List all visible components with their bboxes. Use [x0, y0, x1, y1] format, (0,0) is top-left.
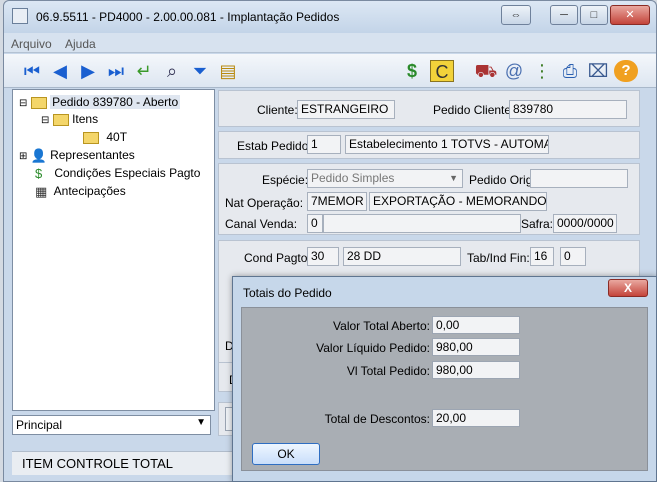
chevron-down-icon: ▼: [196, 417, 206, 428]
folder-icon: [52, 113, 69, 126]
toolbar: ⏮ ◀ ▶ ⏭ ↵ ⌕ ⏷ ▤ $ C ⛟ @ ⋮ ⎙ ⌧ ?: [4, 54, 656, 88]
calendar-icon: ▦: [35, 183, 48, 199]
maximize-button[interactable]: □: [580, 5, 608, 25]
dialog-body: Valor Total Aberto: 0,00 Valor Líquido P…: [241, 307, 648, 443]
pedido-orig-field[interactable]: [530, 169, 628, 188]
safra-field[interactable]: 0000/0000: [553, 214, 617, 233]
currency-icon[interactable]: $: [400, 60, 424, 82]
cond-code-field[interactable]: 30: [307, 247, 339, 266]
total-descontos-field[interactable]: 20,00: [432, 409, 520, 427]
tree-item-itens[interactable]: ⊟ Itens: [41, 111, 98, 127]
totals-dialog: Totais do Pedido X Valor Total Aberto: 0…: [232, 276, 657, 482]
window-title: 06.9.5511 - PD4000 - 2.00.00.081 - Impla…: [36, 10, 340, 24]
nat-code-field[interactable]: 7MEMOR: [307, 192, 367, 211]
ok-button[interactable]: OK: [252, 443, 320, 465]
vl-total-pedido-field[interactable]: 980,00: [432, 361, 520, 379]
canal-desc-field[interactable]: [323, 214, 521, 233]
tree-item-antecipacoes[interactable]: ▦ Antecipações: [35, 183, 126, 199]
close-button[interactable]: ✕: [610, 5, 650, 25]
valor-liquido-label: Valor Líquido Pedido:: [316, 341, 430, 355]
minimize-button[interactable]: ─: [550, 5, 578, 25]
menu-bar: Arquivo Ajuda: [4, 33, 656, 53]
chevron-down-icon: ▼: [449, 173, 458, 183]
folder-icon: [83, 131, 99, 144]
next-record-icon[interactable]: ▶: [76, 60, 100, 82]
help-icon[interactable]: ?: [614, 60, 638, 82]
pedido-cliente-field[interactable]: 839780: [509, 100, 627, 119]
last-record-icon[interactable]: ⏭: [104, 60, 128, 82]
copy-icon[interactable]: C: [430, 60, 454, 82]
menu-ajuda[interactable]: Ajuda: [65, 37, 96, 51]
ind-fin-field[interactable]: 0: [560, 247, 586, 266]
estab-name-field[interactable]: Estabelecimento 1 TOTVS - AUTOMAÇÃC: [345, 135, 549, 154]
search-icon[interactable]: ⌕: [160, 60, 184, 82]
valor-total-aberto-field[interactable]: 0,00: [432, 316, 520, 334]
first-record-icon[interactable]: ⏮: [20, 60, 44, 82]
representatives-icon: 👤: [30, 147, 47, 163]
money-icon: $: [35, 165, 43, 181]
tree-item-40t[interactable]: 40T: [83, 129, 127, 145]
dialog-close-button[interactable]: X: [608, 279, 648, 297]
goto-icon[interactable]: ↵: [132, 60, 156, 82]
at-icon[interactable]: @: [502, 60, 526, 82]
canal-code-field[interactable]: 0: [307, 214, 323, 233]
estab-group: Estab Pedido: 1 Estabelecimento 1 TOTVS …: [218, 131, 640, 159]
menu-arquivo[interactable]: Arquivo: [11, 37, 52, 51]
tree-item-representantes[interactable]: ⊞ 👤 Representantes: [19, 147, 135, 163]
title-bar: 06.9.5511 - PD4000 - 2.00.00.081 - Impla…: [4, 1, 656, 33]
tree-item-pedido[interactable]: ⊟ Pedido 839780 - Aberto: [19, 94, 181, 110]
filter-icon[interactable]: ⏷: [188, 60, 212, 82]
app-icon: [12, 8, 28, 24]
print-icon[interactable]: ⎙: [558, 60, 582, 82]
nat-desc-field[interactable]: EXPORTAÇÃO - MEMORANDO: [369, 192, 547, 211]
valor-total-aberto-label: Valor Total Aberto:: [333, 319, 430, 333]
cond-desc-field[interactable]: 28 DD: [343, 247, 461, 266]
truck-icon[interactable]: ⛟: [474, 60, 498, 82]
especie-select[interactable]: Pedido Simples ▼: [307, 169, 463, 188]
vl-total-pedido-label: Vl Total Pedido:: [346, 364, 430, 378]
dialog-title: Totais do Pedido: [243, 286, 332, 300]
order-tree: ⊟ Pedido 839780 - Aberto ⊟ Itens 40T ⊞ 👤…: [12, 89, 215, 411]
report-icon[interactable]: ▤: [216, 60, 240, 82]
previous-record-icon[interactable]: ◀: [48, 60, 72, 82]
especie-group: Espécie: Pedido Simples ▼ Pedido Orig: N…: [218, 163, 640, 235]
folder-icon: [30, 96, 47, 109]
tab-field[interactable]: 16: [530, 247, 554, 266]
restore-arrows-button[interactable]: ⇔: [501, 5, 531, 25]
tree-item-condicoes[interactable]: $ Condições Especiais Pagto: [35, 165, 200, 181]
client-group: Cliente: ESTRANGEIRO Pedido Cliente: 839…: [218, 90, 640, 127]
view-select[interactable]: Principal ▼: [12, 415, 211, 435]
estab-code-field[interactable]: 1: [307, 135, 341, 154]
total-descontos-label: Total de Descontos:: [324, 412, 430, 426]
valor-liquido-field[interactable]: 980,00: [432, 338, 520, 356]
exit-icon[interactable]: ⌧: [586, 60, 610, 82]
tree-icon[interactable]: ⋮: [530, 60, 554, 82]
cliente-field[interactable]: ESTRANGEIRO: [297, 100, 395, 119]
dialog-footer: OK: [241, 441, 648, 471]
